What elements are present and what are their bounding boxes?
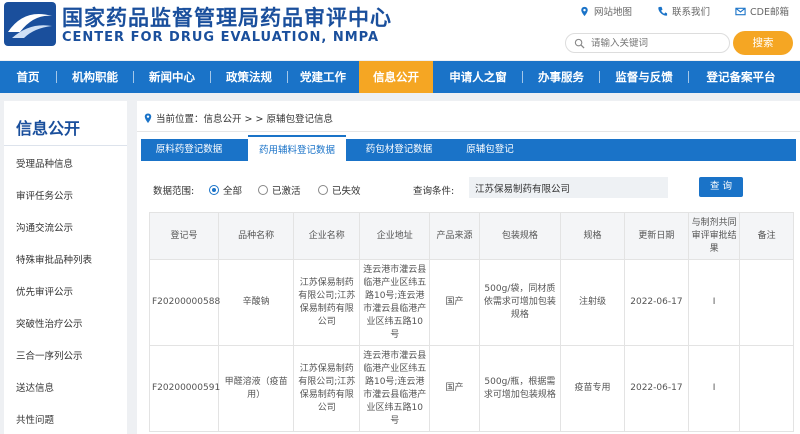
breadcrumb-divider [137,131,800,132]
site-header: 国家药品监督管理局药品审评中心 CENTER FOR DRUG EVALUATI… [0,0,800,60]
sidebar-divider [4,145,127,146]
sidebar-item-special-approval[interactable]: 特殊审批品种列表 [16,252,92,266]
contact-link[interactable]: 联系我们 [657,4,710,18]
search-box [565,33,730,53]
radio-all[interactable]: 全部 [209,183,242,197]
cell-registration-no: F20200000591 [148,345,220,432]
tab-api-registration[interactable]: 原料药登记数据 [141,139,237,161]
sidebar-item-communication[interactable]: 沟通交流公示 [16,220,73,234]
site-title-cn: 国家药品监督管理局药品审评中心 [62,5,392,30]
sidebar-item-sequence[interactable]: 三合一序列公示 [16,348,83,362]
col-package-spec: 包装规格 [478,212,562,260]
table-header-row: 登记号 品种名称 企业名称 企业地址 产品来源 包装规格 规格 更新日期 与制剂… [148,212,794,260]
nav-item-applicant[interactable]: 申请人之窗 [434,61,522,93]
radio-expired-label: 已失效 [332,186,361,197]
tab-combined-registration[interactable]: 原辅包登记 [455,139,525,161]
nav-item-news[interactable]: 新闻中心 [134,61,210,93]
cell-spec: 疫苗专用 [560,345,625,432]
nav-item-home[interactable]: 首页 [0,61,56,93]
sidebar-item-breakthrough[interactable]: 突破性治疗公示 [16,316,83,330]
site-title-en: CENTER FOR DRUG EVALUATION, NMPA [62,30,380,45]
sidebar: 信息公开 受理品种信息 审评任务公示 沟通交流公示 特殊审批品种列表 优先审评公… [4,101,127,434]
nav-item-organization[interactable]: 机构职能 [57,61,133,93]
phone-icon [658,6,668,16]
cell-product-source: 国产 [429,259,480,346]
col-joint-review-result: 与制剂共同审评审批结果 [687,212,741,260]
radio-active[interactable]: 已激活 [258,183,301,197]
sidebar-item-common-issues[interactable]: 共性问题 [16,412,54,426]
sidebar-item-delivery[interactable]: 送达信息 [16,380,54,394]
breadcrumb-text[interactable]: 当前位置：信息公开 > > 原辅包登记信息 [156,111,333,125]
condition-input[interactable] [469,177,668,198]
cell-package-spec: 500g/瓶，根据需求可增加包装规格 [478,345,562,432]
main-nav: 首页 机构职能 新闻中心 政策法规 党建工作 信息公开 申请人之窗 办事服务 监… [0,61,800,93]
tab-excipient-registration[interactable]: 药用辅料登记数据 [248,135,346,161]
nav-item-policy[interactable]: 政策法规 [211,61,287,93]
tab-packaging-registration[interactable]: 药包材登记数据 [355,139,443,161]
search-input[interactable] [591,37,721,49]
top-links: 网站地图 联系我们 CDE邮箱 [575,4,800,18]
scope-label: 数据范围: [153,186,195,197]
cell-package-spec: 500g/袋，同材质依需求可增加包装规格 [478,259,562,346]
cell-product-name: 辛酸钠 [218,259,295,346]
radio-dot [318,185,328,195]
cell-remarks [739,345,794,432]
col-update-date: 更新日期 [623,212,689,260]
tab-bar: 原料药登记数据 药用辅料登记数据 药包材登记数据 原辅包登记 [141,135,796,161]
cde-logo[interactable] [4,2,56,46]
nav-item-feedback[interactable]: 监督与反馈 [600,61,688,93]
cell-joint-review-result: I [687,345,741,432]
cell-joint-review-result: I [687,259,741,346]
table-row[interactable]: F20200000588 辛酸钠 江苏保易制药有限公司;江苏保易制药有限公司 连… [148,259,794,346]
query-button[interactable]: 查 询 [699,177,743,197]
breadcrumb: 当前位置：信息公开 > > 原辅包登记信息 [143,111,333,125]
nav-item-info-disclosure[interactable]: 信息公开 [359,61,433,93]
col-company-address: 企业地址 [359,212,431,260]
col-company-name: 企业名称 [293,212,361,260]
col-product-source: 产品来源 [429,212,480,260]
location-pin-icon [581,6,588,16]
mail-icon [735,7,746,15]
cell-product-source: 国产 [429,345,480,432]
search-button[interactable]: 搜索 [733,31,793,55]
col-spec: 规格 [560,212,625,260]
cell-company-name: 江苏保易制药有限公司;江苏保易制药有限公司 [293,259,361,346]
nav-item-party[interactable]: 党建工作 [288,61,358,93]
location-pin-icon [144,112,152,123]
table-row[interactable]: F20200000591 甲醛溶液（疫苗用） 江苏保易制药有限公司;江苏保易制药… [148,345,794,432]
sidebar-item-priority-review[interactable]: 优先审评公示 [16,284,73,298]
results-table: 登记号 品种名称 企业名称 企业地址 产品来源 包装规格 规格 更新日期 与制剂… [148,212,794,432]
sidebar-item-accepted[interactable]: 受理品种信息 [16,156,73,170]
cell-update-date: 2022-06-17 [623,259,689,346]
cell-company-address: 连云港市灌云县临港产业区纬五路10号;连云港市灌云县临港产业区纬五路10号 [359,345,431,432]
main-content: 当前位置：信息公开 > > 原辅包登记信息 原料药登记数据 药用辅料登记数据 药… [137,101,800,434]
radio-all-label: 全部 [223,186,243,197]
col-registration-no: 登记号 [148,212,220,260]
cell-product-name: 甲醛溶液（疫苗用） [218,345,295,432]
col-remarks: 备注 [739,212,794,260]
cell-company-name: 江苏保易制药有限公司;江苏保易制药有限公司 [293,345,361,432]
email-link[interactable]: CDE邮箱 [735,4,789,18]
sidebar-title: 信息公开 [16,119,81,138]
cell-spec: 注射级 [560,259,625,346]
condition-label: 查询条件: [413,186,455,197]
cell-registration-no: F20200000588 [148,259,220,346]
nav-item-services[interactable]: 办事服务 [523,61,599,93]
radio-dot [209,185,219,195]
contact-label: 联系我们 [672,7,711,18]
radio-active-label: 已激活 [272,186,301,197]
radio-expired[interactable]: 已失效 [318,183,361,197]
radio-dot [258,185,268,195]
cell-update-date: 2022-06-17 [623,345,689,432]
search-icon [574,38,585,49]
col-product-name: 品种名称 [218,212,295,260]
cell-company-address: 连云港市灌云县临港产业区纬五路10号;连云港市灌云县临港产业区纬五路10号 [359,259,431,346]
cell-remarks [739,259,794,346]
sidebar-item-review-tasks[interactable]: 审评任务公示 [16,188,73,202]
email-label: CDE邮箱 [750,7,789,18]
nav-item-registration[interactable]: 登记备案平台 [689,61,793,93]
sitemap-label: 网站地图 [594,7,633,18]
sitemap-link[interactable]: 网站地图 [579,4,632,18]
